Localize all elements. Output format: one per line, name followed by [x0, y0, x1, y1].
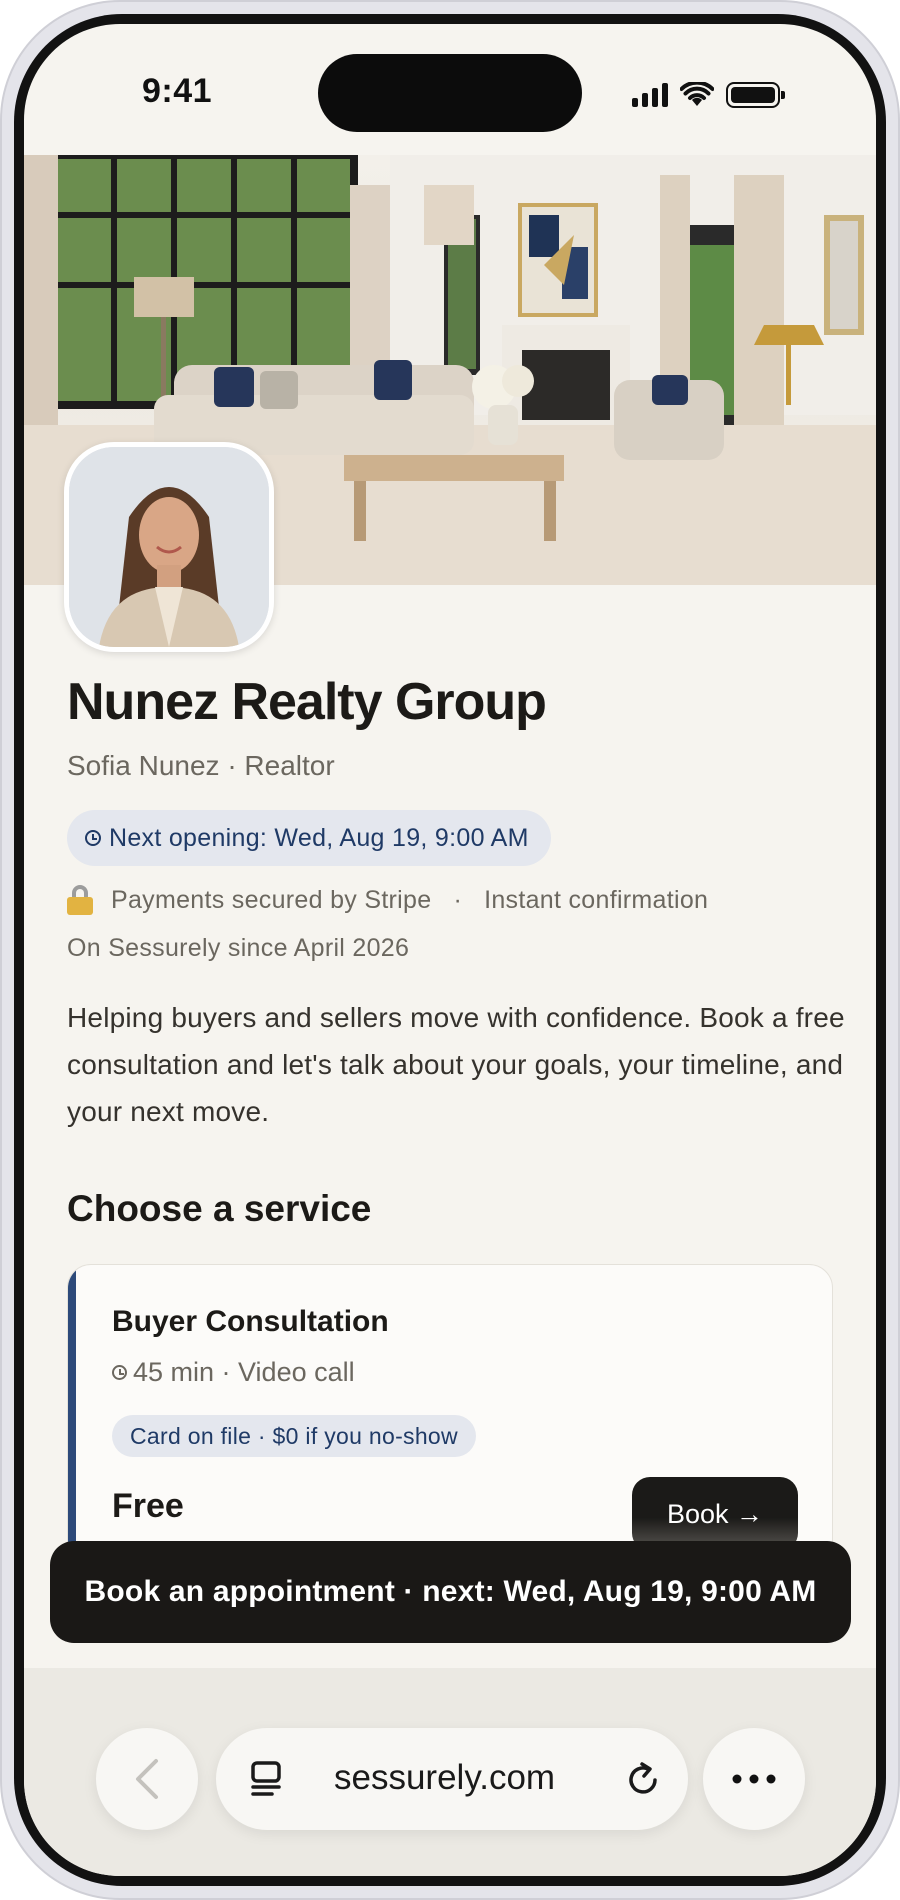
clock-icon	[112, 1365, 127, 1380]
wifi-icon	[680, 82, 714, 106]
next-opening-badge: Next opening: Wed, Aug 19, 9:00 AM	[67, 810, 551, 866]
tabs-icon[interactable]	[250, 1760, 282, 1798]
business-subtitle: Sofia Nunez · Realtor	[67, 750, 335, 781]
separator-dot: ·	[453, 885, 463, 914]
service-policy-badge: Card on file · $0 if you no-show	[112, 1415, 476, 1457]
next-opening-text: Next opening: Wed, Aug 19, 9:00 AM	[109, 823, 529, 852]
member-since: On Sessurely since April 2026	[67, 934, 410, 962]
book-button[interactable]: Book →	[632, 1477, 798, 1551]
service-price: Free	[112, 1487, 184, 1525]
browser-toolbar: sessurely.com	[24, 1668, 876, 1876]
battery-icon	[726, 82, 785, 108]
chevron-left-icon	[136, 1759, 158, 1799]
more-button[interactable]	[703, 1728, 805, 1830]
trust-row: Payments secured by Stripe · Instant con…	[67, 880, 708, 920]
confirmation-note: Instant confirmation	[484, 885, 709, 914]
payments-note: Payments secured by Stripe	[111, 885, 432, 914]
service-card[interactable]: Buyer Consultation 45 min · Video call C…	[67, 1264, 833, 1564]
clock-icon	[85, 830, 101, 846]
profile-avatar	[64, 442, 274, 652]
service-meta: 45 min · Video call	[112, 1357, 355, 1388]
address-bar[interactable]: sessurely.com	[216, 1728, 688, 1830]
back-button[interactable]	[96, 1728, 198, 1830]
service-duration: 45 min · Video call	[133, 1357, 355, 1387]
cellular-signal-icon	[632, 83, 668, 107]
ellipsis-icon	[732, 1774, 776, 1784]
status-time: 9:41	[142, 72, 213, 110]
dynamic-island	[318, 54, 582, 132]
screen: 9:41 Nunez Realty Group Sofia Nunez · Re…	[24, 24, 876, 1876]
url-text: sessurely.com	[334, 1758, 556, 1797]
book-appointment-cta[interactable]: Book an appointment · next: Wed, Aug 19,…	[50, 1541, 851, 1643]
service-title: Buyer Consultation	[112, 1305, 389, 1338]
lock-icon	[67, 885, 93, 915]
business-bio: Helping buyers and sellers move with con…	[67, 1002, 845, 1127]
status-icons	[632, 80, 785, 110]
business-name: Nunez Realty Group	[67, 673, 547, 731]
services-section-title: Choose a service	[67, 1188, 372, 1229]
reload-icon[interactable]	[624, 1760, 662, 1798]
